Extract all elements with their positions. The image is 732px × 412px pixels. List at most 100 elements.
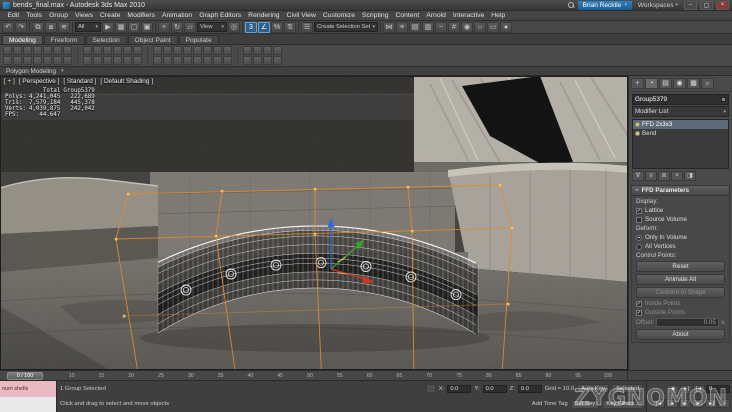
ribbon-tool-icon[interactable] — [243, 56, 252, 65]
maximize-button[interactable]: ▢ — [700, 0, 713, 10]
menu-item-modifiers[interactable]: Modifiers — [124, 12, 159, 19]
ribbon-tool-icon[interactable] — [23, 56, 32, 65]
modifier-list-dropdown[interactable]: Modifier List ▾ — [632, 106, 729, 117]
snap-toggle-3d-icon[interactable]: 3 — [245, 21, 257, 33]
ribbon-tool-icon[interactable] — [213, 56, 222, 65]
ribbon-tool-icon[interactable] — [213, 46, 222, 55]
source-volume-checkbox[interactable]: Source Volume — [636, 216, 725, 223]
ribbon-tab-modeling[interactable]: Modeling — [2, 35, 43, 44]
bind-to-spacewarp-icon[interactable]: ≋ — [58, 21, 70, 33]
play-button[interactable]: ► — [679, 399, 691, 409]
render-setup-icon[interactable]: ☼ — [474, 21, 486, 33]
macro-recorder-line[interactable]: num shells — [0, 381, 56, 397]
previous-frame-button[interactable]: ◄ — [666, 399, 678, 409]
select-scale-icon[interactable]: ▱ — [184, 21, 196, 33]
ribbon-tool-icon[interactable] — [13, 46, 22, 55]
all-vertices-radio[interactable]: All Vertices — [636, 243, 725, 250]
offset-value[interactable]: 0.05 — [656, 318, 719, 327]
make-unique-button[interactable]: ⧈ — [658, 171, 670, 181]
rendered-frame-icon[interactable]: ▭ — [487, 21, 499, 33]
key-filters-button[interactable]: Key Filters... — [602, 399, 643, 409]
ribbon-tool-icon[interactable] — [3, 46, 12, 55]
layer-manager-icon[interactable]: ▤ — [409, 21, 421, 33]
object-name-field[interactable]: Group5379 — [632, 94, 729, 105]
spinner-snap-icon[interactable]: ⇅ — [284, 21, 296, 33]
menu-item-content[interactable]: Content — [392, 12, 423, 19]
menu-item-animation[interactable]: Animation — [158, 12, 195, 19]
go-to-end-button[interactable]: ►| — [705, 399, 717, 409]
named-selection-set-dropdown[interactable]: Create Selection Set ▾ — [314, 22, 378, 32]
ribbon-tool-icon[interactable] — [53, 56, 62, 65]
ribbon-tool-icon[interactable] — [273, 56, 282, 65]
user-account-button[interactable]: Brian Recktle ▾ — [577, 0, 632, 10]
ribbon-tool-icon[interactable] — [263, 56, 272, 65]
configure-modifier-sets-button[interactable]: ◨ — [684, 171, 696, 181]
viewport-3d-scene[interactable] — [0, 76, 628, 370]
offset-spinner[interactable]: Offset: 0.05 ⇅ — [636, 318, 725, 327]
ribbon-tool-icon[interactable] — [163, 56, 172, 65]
ribbon-tool-icon[interactable] — [153, 56, 162, 65]
ribbon-tool-icon[interactable] — [193, 46, 202, 55]
key-mode-toggle-button[interactable]: ◆ — [667, 384, 679, 394]
search-icon[interactable] — [567, 1, 575, 9]
ribbon-tool-icon[interactable] — [173, 46, 182, 55]
ribbon-tool-icon[interactable] — [163, 46, 172, 55]
only-in-volume-radio[interactable]: Only In Volume — [636, 234, 725, 241]
modifier-enabled-icon[interactable] — [635, 122, 640, 127]
viewport-menu-pov[interactable]: [ Perspective ] — [19, 78, 60, 85]
use-pivot-center-icon[interactable]: ◎ — [228, 21, 240, 33]
curve-editor-icon[interactable]: ~ — [435, 21, 447, 33]
ribbon-tool-icon[interactable] — [223, 46, 232, 55]
ribbon-tool-icon[interactable] — [63, 46, 72, 55]
set-key-button[interactable]: Set Key — [570, 399, 600, 409]
ribbon-tool-icon[interactable] — [13, 56, 22, 65]
rectangular-region-icon[interactable]: ▢ — [128, 21, 140, 33]
menu-item-help[interactable]: Help — [488, 12, 509, 19]
about-button[interactable]: About — [636, 329, 725, 340]
ribbon-tab-populate[interactable]: Populate — [178, 35, 219, 44]
ribbon-tool-icon[interactable] — [153, 46, 162, 55]
ribbon-tool-icon[interactable] — [53, 46, 62, 55]
next-frame-button[interactable]: ► — [692, 399, 704, 409]
ribbon-tab-object-paint[interactable]: Object Paint — [127, 35, 178, 44]
object-color-swatch[interactable] — [721, 97, 726, 102]
ribbon-tool-icon[interactable] — [43, 56, 52, 65]
time-configuration-button[interactable]: ◔ — [718, 399, 730, 409]
animate-all-button[interactable]: Animate All — [636, 274, 725, 285]
outside-points-checkbox[interactable]: ✓ Outside Points — [636, 309, 725, 316]
modifier-stack-item[interactable]: FFD 2x3x3 — [633, 120, 728, 129]
ribbon-tab-selection[interactable]: Selection — [85, 35, 127, 44]
select-move-icon[interactable]: + — [158, 21, 170, 33]
ribbon-tool-icon[interactable] — [133, 56, 142, 65]
reference-coordinate-dropdown[interactable]: View ▾ — [197, 22, 227, 32]
inside-points-checkbox[interactable]: ✓ Inside Points — [636, 300, 725, 307]
ribbon-tool-icon[interactable] — [253, 46, 262, 55]
ribbon-tool-icon[interactable] — [123, 56, 132, 65]
viewport-menu-shading[interactable]: [ Default Shading ] — [100, 78, 153, 85]
ribbon-tool-icon[interactable] — [23, 46, 32, 55]
viewport-menu-renderer[interactable]: [ Standard ] — [63, 78, 96, 85]
pin-stack-button[interactable]: ∇ — [632, 171, 644, 181]
ribbon-tool-icon[interactable] — [183, 56, 192, 65]
ribbon-tool-icon[interactable] — [113, 46, 122, 55]
undo-icon[interactable]: ↶ — [2, 21, 14, 33]
select-by-name-icon[interactable]: ▦ — [115, 21, 127, 33]
viewport-menu-general[interactable]: [ + ] — [4, 78, 15, 85]
menu-item-scripting[interactable]: Scripting — [358, 12, 391, 19]
ribbon-tool-icon[interactable] — [253, 56, 262, 65]
ribbon-tab-freeform[interactable]: Freeform — [43, 35, 85, 44]
modify-tab[interactable]: ◔ — [645, 78, 658, 89]
select-rotate-icon[interactable]: ↻ — [171, 21, 183, 33]
display-tab[interactable]: ▦ — [687, 78, 700, 89]
menu-item-customize[interactable]: Customize — [319, 12, 358, 19]
align-icon[interactable]: ≡ — [396, 21, 408, 33]
menu-item-create[interactable]: Create — [97, 12, 124, 19]
render-production-icon[interactable]: ● — [500, 21, 512, 33]
utilities-tab[interactable]: ☼ — [701, 78, 714, 89]
ribbon-tool-icon[interactable] — [103, 56, 112, 65]
menu-item-rendering[interactable]: Rendering — [245, 12, 283, 19]
go-to-previous-key-button[interactable]: |◄ — [693, 384, 705, 394]
current-frame-field[interactable]: 0 — [706, 385, 730, 394]
ribbon-tool-icon[interactable] — [203, 46, 212, 55]
ribbon-tool-icon[interactable] — [33, 46, 42, 55]
